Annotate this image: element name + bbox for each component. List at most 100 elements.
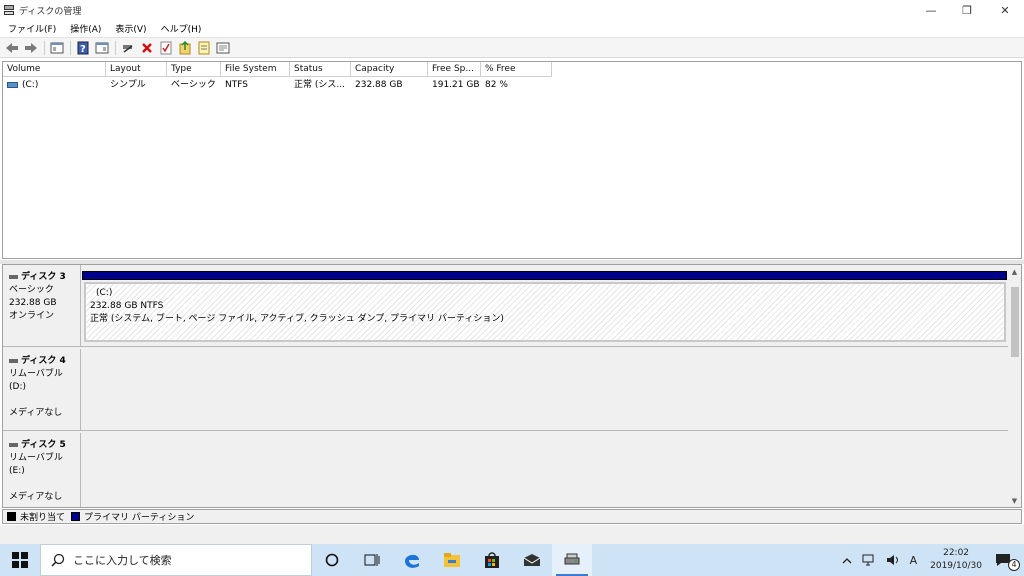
mail-icon[interactable] bbox=[512, 544, 552, 576]
disk-name: ディスク 5 bbox=[21, 440, 66, 450]
disk-type: ベーシック bbox=[9, 285, 54, 295]
back-arrow-icon[interactable] bbox=[3, 40, 21, 56]
disk-type: リムーバブル (E:) bbox=[9, 453, 63, 476]
disk-size: 232.88 GB bbox=[9, 298, 57, 308]
toolbar-separator bbox=[44, 40, 45, 55]
svg-text:?: ? bbox=[80, 44, 86, 55]
disk-row-5[interactable]: ディスク 5 リムーバブル (E:) メディアなし bbox=[3, 433, 1009, 507]
help-icon[interactable]: ? bbox=[74, 40, 92, 56]
disk-info-3[interactable]: ディスク 3 ベーシック 232.88 GB オンライン bbox=[3, 265, 81, 346]
disk-row-3[interactable]: ディスク 3 ベーシック 232.88 GB オンライン (C:) 232.88… bbox=[3, 265, 1009, 347]
clock-time: 22:02 bbox=[943, 548, 970, 558]
console-tree-icon[interactable] bbox=[48, 40, 66, 56]
menu-action[interactable]: 操作(A) bbox=[62, 22, 107, 35]
toolbar-separator bbox=[70, 40, 71, 55]
status-bar bbox=[0, 525, 1024, 544]
disk-partition-area: (C:) 232.88 GB NTFS 正常 (システム, ブート, ページ フ… bbox=[82, 265, 1009, 346]
file-system-cell: NTFS bbox=[225, 80, 248, 90]
volume-list-header: Volume Layout Type File System Status Ca… bbox=[3, 62, 552, 77]
notification-count-badge: 4 bbox=[1008, 559, 1020, 571]
free-space-cell: 191.21 GB bbox=[432, 80, 480, 90]
disk-info-5[interactable]: ディスク 5 リムーバブル (E:) メディアなし bbox=[3, 433, 81, 507]
restore-button[interactable]: ❐ bbox=[950, 0, 984, 20]
ime-indicator[interactable]: A bbox=[905, 544, 923, 576]
clock[interactable]: 22:02 2019/10/30 bbox=[922, 544, 990, 576]
disk-management-app-icon bbox=[3, 4, 15, 16]
properties-icon[interactable] bbox=[93, 40, 111, 56]
column-header-layout[interactable]: Layout bbox=[106, 62, 167, 77]
menu-file[interactable]: ファイル(F) bbox=[0, 22, 62, 35]
disk-info-4[interactable]: ディスク 4 リムーバブル (D:) メディアなし bbox=[3, 349, 81, 430]
primary-partition-swatch bbox=[71, 512, 81, 521]
taskbar: ここに入力して検索 A 22:02 2019/10/30 4 bbox=[0, 544, 1024, 576]
window-title: ディスクの管理 bbox=[19, 6, 82, 17]
taskbar-search-input[interactable]: ここに入力して検索 bbox=[40, 544, 312, 576]
task-view-icon[interactable] bbox=[352, 544, 392, 576]
disk-empty-area bbox=[82, 433, 1009, 507]
disk-icon bbox=[9, 274, 18, 279]
checklist-icon[interactable] bbox=[157, 40, 175, 56]
connect-icon[interactable] bbox=[119, 40, 137, 56]
disk-row-4[interactable]: ディスク 4 リムーバブル (D:) メディアなし bbox=[3, 349, 1009, 431]
rescan-icon[interactable] bbox=[195, 40, 213, 56]
delete-icon[interactable] bbox=[138, 40, 156, 56]
disk-graphical-view: ディスク 3 ベーシック 232.88 GB オンライン (C:) 232.88… bbox=[2, 264, 1022, 508]
disk-management-window: ディスクの管理 — ❐ ✕ ファイル(F) 操作(A) 表示(V) ヘルプ(H)… bbox=[0, 0, 1024, 544]
title-bar: ディスクの管理 — ❐ ✕ bbox=[0, 0, 1024, 20]
column-header-type[interactable]: Type bbox=[167, 62, 221, 77]
file-explorer-icon[interactable] bbox=[432, 544, 472, 576]
primary-partition-bar bbox=[82, 271, 1007, 280]
menu-help[interactable]: ヘルプ(H) bbox=[153, 22, 208, 35]
column-header-status[interactable]: Status bbox=[290, 62, 351, 77]
status-cell: 正常 (シス... bbox=[294, 80, 345, 90]
column-header-capacity[interactable]: Capacity bbox=[351, 62, 428, 77]
disk-icon bbox=[9, 358, 18, 363]
start-button[interactable] bbox=[0, 544, 40, 576]
column-header-file-system[interactable]: File System bbox=[221, 62, 290, 77]
scroll-up-icon[interactable]: ▲ bbox=[1008, 265, 1021, 278]
network-icon[interactable] bbox=[857, 544, 881, 576]
minimize-button[interactable]: — bbox=[914, 0, 948, 20]
export-icon[interactable] bbox=[176, 40, 194, 56]
store-icon[interactable] bbox=[472, 544, 512, 576]
column-header-percent-free[interactable]: % Free bbox=[481, 62, 552, 77]
chevron-up-icon[interactable] bbox=[837, 544, 857, 576]
unallocated-swatch bbox=[7, 512, 16, 521]
settings-icon[interactable] bbox=[214, 40, 232, 56]
disk-media: メディアなし bbox=[9, 492, 63, 502]
disk-state: オンライン bbox=[9, 311, 55, 321]
partition-status: 正常 (システム, ブート, ページ ファイル, アクティブ, クラッシュ ダン… bbox=[90, 314, 504, 324]
volume-list[interactable]: Volume Layout Type File System Status Ca… bbox=[2, 61, 1022, 259]
menu-bar: ファイル(F) 操作(A) 表示(V) ヘルプ(H) bbox=[0, 20, 1024, 37]
cortana-icon[interactable] bbox=[312, 544, 352, 576]
clock-date: 2019/10/30 bbox=[930, 561, 982, 571]
volume-speaker-icon[interactable] bbox=[881, 544, 905, 576]
close-button[interactable]: ✕ bbox=[988, 0, 1022, 20]
volume-cell: (C:) bbox=[3, 78, 106, 93]
system-tray: A 22:02 2019/10/30 4 bbox=[837, 544, 1024, 576]
legend-unallocated: 未割り当て bbox=[20, 513, 66, 523]
partition-size: 232.88 GB NTFS bbox=[90, 301, 164, 311]
disk-icon bbox=[9, 442, 18, 447]
action-center-icon[interactable]: 4 bbox=[990, 544, 1024, 576]
disk-management-taskbar-icon[interactable] bbox=[552, 544, 592, 576]
column-header-free-space[interactable]: Free Sp... bbox=[428, 62, 481, 77]
partition-label: (C:) bbox=[96, 288, 113, 298]
disk-pane-scrollbar[interactable]: ▲ ▼ bbox=[1008, 265, 1021, 507]
scroll-thumb[interactable] bbox=[1011, 287, 1019, 357]
toolbar: ? bbox=[0, 37, 1024, 58]
search-icon bbox=[51, 553, 65, 567]
column-header-volume[interactable]: Volume bbox=[3, 62, 106, 77]
menu-view[interactable]: 表示(V) bbox=[107, 22, 152, 35]
disk-name: ディスク 3 bbox=[21, 272, 66, 282]
toolbar-separator bbox=[115, 40, 116, 55]
edge-browser-icon[interactable] bbox=[392, 544, 432, 576]
disk-type: リムーバブル (D:) bbox=[9, 369, 63, 392]
partition-c[interactable]: (C:) 232.88 GB NTFS 正常 (システム, ブート, ページ フ… bbox=[84, 282, 1006, 342]
disk-name: ディスク 4 bbox=[21, 356, 66, 366]
capacity-cell: 232.88 GB bbox=[355, 80, 403, 90]
scroll-down-icon[interactable]: ▼ bbox=[1008, 494, 1021, 507]
table-row[interactable]: (C:) シンプル ベーシック NTFS 正常 (シス... 232.88 GB… bbox=[3, 78, 552, 93]
forward-arrow-icon[interactable] bbox=[22, 40, 40, 56]
volume-icon bbox=[7, 81, 18, 88]
